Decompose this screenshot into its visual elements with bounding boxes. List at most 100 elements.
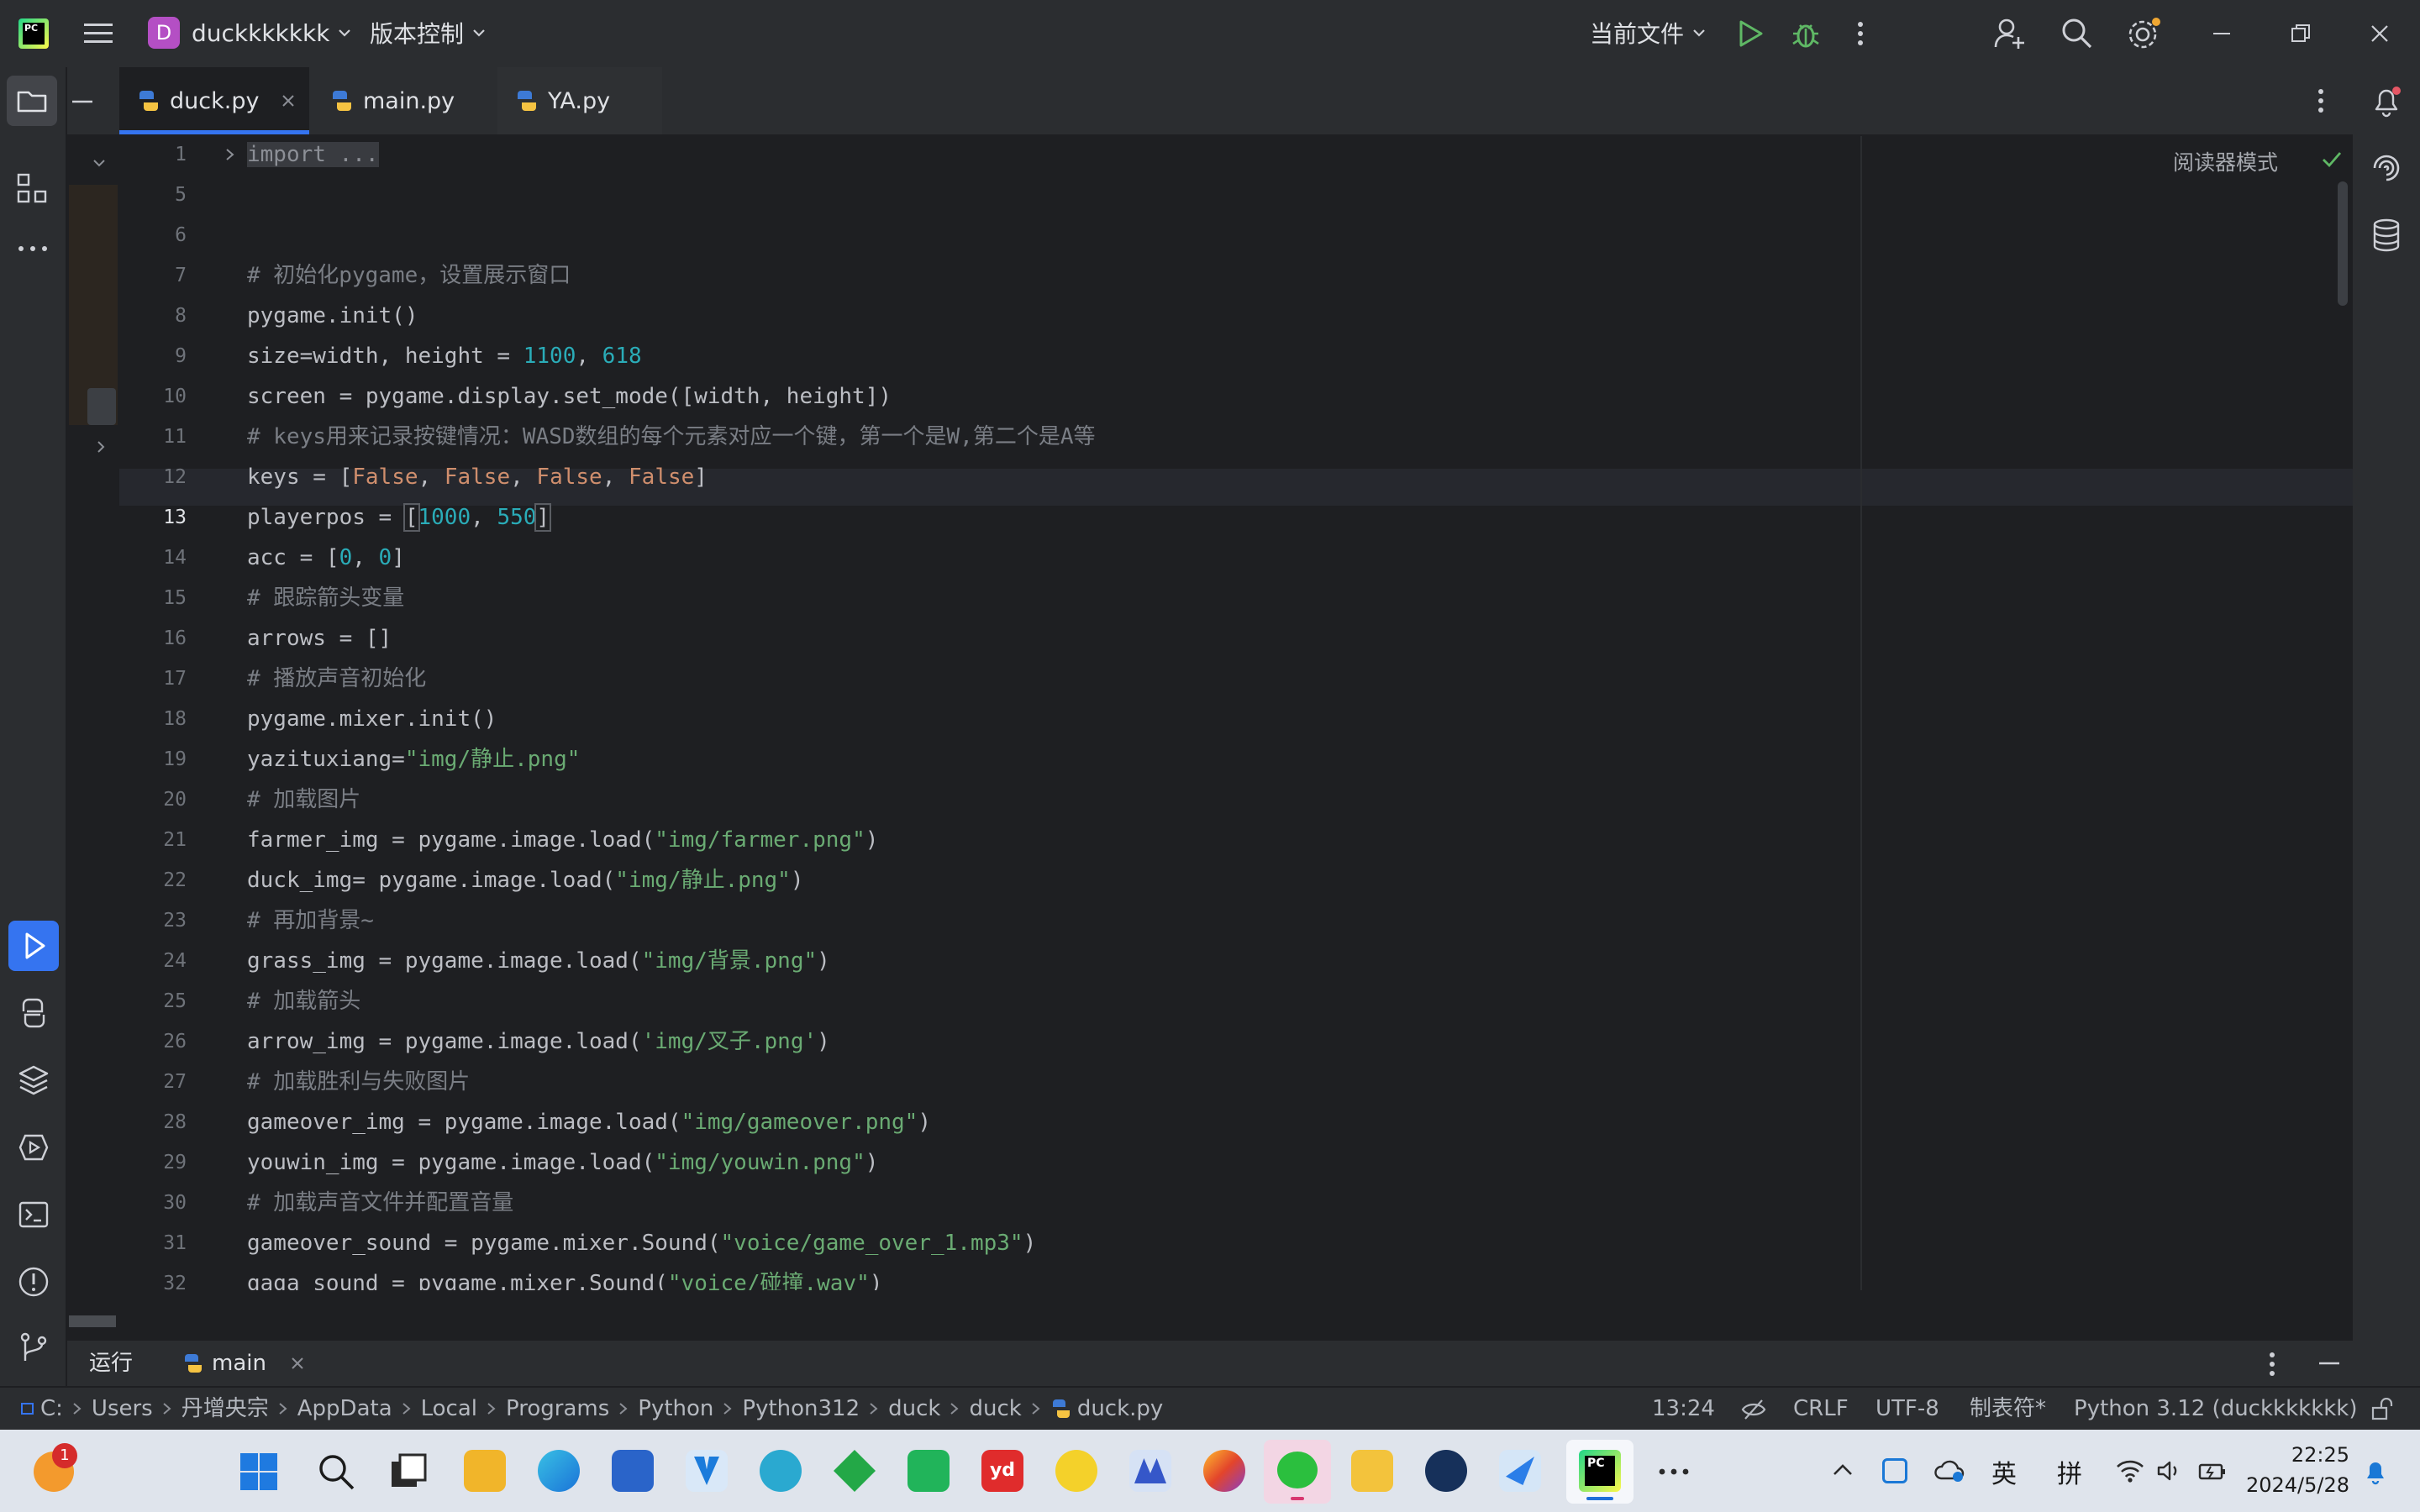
window-restore-icon[interactable] [2291,24,2311,44]
code-line[interactable]: keys = [False, False, False, False] [247,459,708,496]
file-explorer-icon[interactable] [1351,1450,1393,1492]
code-line[interactable]: # 再加背景~ [247,902,374,939]
breadcrumb-item[interactable]: 丹增央宗 [182,1388,269,1430]
notification-center-bell-icon[interactable] [2363,1458,2388,1485]
inspection-ok-icon[interactable] [2321,150,2343,170]
more-taskbar-apps-icon[interactable] [1657,1467,1691,1477]
tray-app-icon[interactable] [1882,1458,1907,1483]
edge-browser-icon[interactable] [538,1450,580,1492]
firefox-icon[interactable] [1203,1450,1245,1492]
terminal-button[interactable] [17,1198,50,1231]
tab-more-icon[interactable] [2316,87,2326,114]
code-line[interactable]: # 播放声音初始化 [247,660,426,697]
ms-store-icon[interactable] [612,1450,654,1492]
pycharm-app-button[interactable]: PC [1566,1440,1634,1504]
ime-mode-indicator[interactable]: 拼 [2057,1453,2082,1490]
python-console-button[interactable] [17,996,50,1030]
code-editor[interactable]: 1 import ... 5 6 7 # 初始化pygame，设置展示窗口 8 pygame.… [119,136,2353,1290]
code-line[interactable]: gameover_sound = pygame.mixer.Sound("voi… [247,1225,1036,1262]
code-line[interactable]: duck_img= pygame.image.load("img/静止.png"… [247,862,804,899]
youdao-dict-icon[interactable]: yd [981,1450,1023,1492]
breadcrumb-item[interactable]: C: [40,1388,63,1430]
run-config-selector[interactable]: 当前文件 [1590,17,1707,49]
python-packages-button[interactable] [17,1063,50,1097]
breadcrumb-item[interactable]: duck.py [1077,1388,1164,1430]
code-line[interactable]: playerpos = [1000, 550] [247,499,552,536]
app-icon-yellow-tool[interactable] [464,1450,506,1492]
breadcrumb-item[interactable]: duck [969,1388,1021,1430]
code-line[interactable]: yazituxiang="img/静止.png" [247,741,580,778]
code-line[interactable]: acc = [0, 0] [247,539,405,576]
clock-date[interactable]: 2024/5/28 [2237,1473,2349,1497]
app-icon-blue-v[interactable] [686,1450,728,1492]
more-actions-icon[interactable] [1855,20,1865,47]
debug-icon[interactable] [1790,17,1822,50]
wifi-icon[interactable] [2116,1458,2144,1483]
start-windows-icon[interactable] [239,1452,279,1492]
code-line[interactable]: gaga_sound = pygame.mixer.Sound("voice/碰… [247,1265,882,1290]
tab-duck-py[interactable]: duck.py [119,67,309,134]
line-separator[interactable]: CRLF [1793,1388,1849,1430]
vcs-menu[interactable]: 版本控制 [370,17,487,49]
file-encoding[interactable]: UTF-8 [1876,1388,1939,1430]
breadcrumb-item[interactable]: Python [638,1388,713,1430]
structure-tool-button[interactable] [15,171,49,205]
volume-icon[interactable] [2156,1458,2181,1483]
tray-cloud-icon[interactable] [1934,1458,1965,1483]
tab-main-py[interactable]: main.py [311,67,496,134]
qq-music-icon[interactable] [1055,1450,1097,1492]
chevron-right-icon[interactable] [92,438,109,455]
close-tab-icon[interactable] [290,1356,305,1371]
code-line[interactable]: # 加载声音文件并配置音量 [247,1184,513,1221]
breadcrumb-item[interactable]: Users [92,1388,153,1430]
battery-icon[interactable] [2198,1460,2227,1482]
code-line[interactable]: farmer_img = pygame.image.load("img/farm… [247,822,878,858]
reader-mode-button[interactable]: 阅读器模式 [2173,146,2278,176]
breadcrumb-item[interactable]: AppData [297,1388,392,1430]
steam-icon[interactable] [1425,1450,1467,1492]
version-control-button[interactable] [17,1331,50,1364]
app-icon-green-chat[interactable] [908,1450,950,1492]
database-icon[interactable] [2371,218,2402,252]
lock-icon[interactable] [2370,1398,2393,1421]
pycharm-logo-icon[interactable]: PC [18,18,49,49]
project-widget[interactable]: D duckkkkkkk [148,17,353,49]
more-tools-icon[interactable] [17,244,50,254]
breadcrumb-item[interactable]: duck [888,1388,940,1430]
tab-ya-py[interactable]: YA.py [497,67,662,134]
code-line[interactable]: pygame.mixer.init() [247,701,497,738]
vertical-scrollbar-thumb[interactable] [2338,181,2348,306]
code-line[interactable]: # 加载箭头 [247,983,360,1020]
breadcrumb-item[interactable]: Python312 [742,1388,860,1430]
problems-button[interactable] [17,1265,50,1299]
code-with-me-icon[interactable] [1993,17,2027,50]
tray-chevron-up-icon[interactable] [1832,1462,1854,1478]
window-minimize-icon[interactable] [2212,25,2232,42]
run-options-icon[interactable] [2267,1351,2277,1378]
main-menu-icon[interactable] [84,22,113,45]
app-icon-swift-bird[interactable] [1499,1450,1541,1492]
code-line[interactable]: # 加载图片 [247,781,360,818]
ime-language-indicator[interactable]: 英 [1991,1453,2017,1490]
python-interpreter[interactable]: Python 3.12 (duckkkkkkk) [2074,1388,2358,1430]
chevron-down-icon[interactable] [91,155,108,171]
read-only-toggle-icon[interactable] [1741,1398,1766,1421]
settings-gear-icon[interactable] [2126,17,2161,52]
taskbar-search-icon[interactable] [316,1452,356,1492]
run-tab-main[interactable]: main [182,1341,305,1386]
code-line[interactable]: arrows = [] [247,620,392,657]
project-tool-button[interactable] [7,76,57,126]
code-line[interactable]: # keys用来记录按键情况：WASD数组的每个元素对应一个键，第一个是W,第二… [247,418,1096,455]
code-line[interactable]: # 加载胜利与失败图片 [247,1063,470,1100]
close-tab-icon[interactable] [281,93,296,108]
code-line[interactable]: gameover_img = pygame.image.load("img/ga… [247,1104,931,1141]
indent-setting[interactable]: 制表符* [1970,1388,2046,1430]
code-line[interactable]: # 初始化pygame，设置展示窗口 [247,257,571,294]
clock-time[interactable]: 22:25 [2269,1443,2349,1467]
run-hide-icon[interactable] [2317,1361,2341,1366]
run-icon[interactable] [1736,18,1765,49]
task-view-icon[interactable] [388,1452,429,1492]
code-line[interactable]: screen = pygame.display.set_mode([width,… [247,378,892,415]
code-line[interactable]: arrow_img = pygame.image.load('img/叉子.pn… [247,1023,830,1060]
code-line[interactable]: # 跟踪箭头变量 [247,580,404,617]
